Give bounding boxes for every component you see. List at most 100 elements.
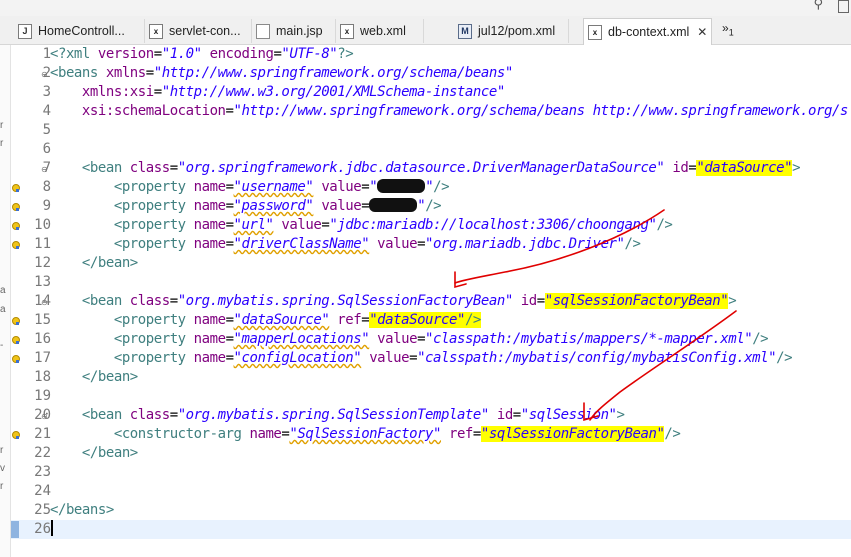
jsp-file-icon [256, 23, 270, 39]
tab-overflow-button[interactable]: »1 [722, 21, 734, 37]
line-number: 12 [34, 255, 51, 271]
line-number: 5 [42, 122, 51, 138]
warning-marker-icon[interactable] [11, 429, 21, 441]
code-line: 11 <property name="driverClassName" valu… [11, 235, 851, 254]
code-line: 9 <property name="password" value= "/> [11, 197, 851, 216]
code-line: 10 <property name="url" value="jdbc:mari… [11, 216, 851, 235]
line-number: 3 [42, 84, 51, 100]
code-line: 4 xsi:schemaLocation="http://www.springf… [11, 102, 851, 121]
line-number: 16 [34, 331, 51, 347]
code-line: 3 xmlns:xsi="http://www.w3.org/2001/XMLS… [11, 83, 851, 102]
tab-web-xml[interactable]: x web.xml [336, 19, 424, 43]
warning-marker-icon[interactable] [11, 334, 21, 346]
code-line: 21 <constructor-arg name="SqlSessionFact… [11, 425, 851, 444]
code-line: 15 <property name="dataSource" ref="data… [11, 311, 851, 330]
window-layout-icon[interactable] [838, 0, 849, 13]
warning-marker-icon[interactable] [11, 239, 21, 251]
xml-editor[interactable]: 1 <?xml version="1.0" encoding="UTF-8"?>… [11, 45, 851, 557]
panel-fragment: a [0, 304, 6, 315]
toolbar-strip: ⚲ [0, 0, 851, 16]
tab-label: HomeControll... [38, 24, 125, 38]
line-number: 1 [42, 46, 51, 62]
left-side-panel-edge: r r a a - r v r [0, 45, 11, 557]
panel-fragment: - [0, 340, 4, 351]
xml-file-icon: x [149, 23, 163, 39]
tab-pom-xml[interactable]: M jul12/pom.xml [424, 19, 569, 43]
line-number: 9 [42, 198, 51, 214]
code-line: 24 [11, 482, 851, 501]
code-line: 20 ⊖ <bean class="org.mybatis.spring.Sql… [11, 406, 851, 425]
line-number: 10 [34, 217, 51, 233]
code-line: 23 [11, 463, 851, 482]
code-line: 1 <?xml version="1.0" encoding="UTF-8"?> [11, 45, 851, 64]
overflow-count: 1 [728, 27, 734, 38]
redacted-scribble [369, 198, 418, 212]
fold-toggle-icon[interactable]: ⊖ [41, 70, 48, 79]
line-number: 22 [34, 445, 51, 461]
tab-label: web.xml [360, 24, 406, 38]
overflow-chevron-icon: » [722, 21, 729, 35]
xml-file-icon: x [588, 24, 602, 40]
tab-label: servlet-con... [169, 24, 241, 38]
tab-label: main.jsp [276, 24, 323, 38]
redacted-scribble [377, 179, 426, 193]
close-icon[interactable]: ✕ [697, 25, 707, 39]
code-line: 8 <property name="username" value=" "/> [11, 178, 851, 197]
warning-marker-icon[interactable] [11, 182, 21, 194]
panel-fragment: v [0, 463, 5, 474]
line-number: 6 [42, 141, 51, 157]
line-number: 18 [34, 369, 51, 385]
line-number: 11 [34, 236, 51, 252]
line-number: 15 [34, 312, 51, 328]
line-number: 23 [34, 464, 51, 480]
editor-tab-bar: J HomeControll... x servlet-con... main.… [0, 16, 851, 45]
line-number: 19 [34, 388, 51, 404]
caret-line-marker [11, 521, 19, 538]
tab-label: db-context.xml [608, 25, 690, 39]
code-line: 19 [11, 387, 851, 406]
fold-toggle-icon[interactable]: ⊖ [41, 165, 48, 174]
text-cursor [51, 520, 53, 536]
code-line: 18 </bean> [11, 368, 851, 387]
panel-fragment: a [0, 285, 6, 296]
line-number: 24 [34, 483, 51, 499]
panel-fragment: r [0, 481, 4, 492]
code-line: 25 </beans> [11, 501, 851, 520]
warning-marker-icon[interactable] [11, 353, 21, 365]
line-number: 13 [34, 274, 51, 290]
fold-toggle-icon[interactable]: ⊖ [41, 412, 48, 421]
line-number: 8 [42, 179, 51, 195]
maven-pom-icon: M [458, 23, 472, 39]
line-number: 17 [34, 350, 51, 366]
code-line: 2 ⊖ <beans xmlns="http://www.springframe… [11, 64, 851, 83]
code-line: 17 <property name="configLocation" value… [11, 349, 851, 368]
fold-toggle-icon[interactable]: ⊖ [41, 298, 48, 307]
code-line: 22 </bean> [11, 444, 851, 463]
line-number: 26 [34, 521, 51, 537]
warning-marker-icon[interactable] [11, 201, 21, 213]
java-file-icon: J [18, 23, 32, 39]
warning-marker-icon[interactable] [11, 315, 21, 327]
search-icon[interactable]: ⚲ [813, 0, 823, 12]
code-line: 16 <property name="mapperLocations" valu… [11, 330, 851, 349]
current-code-line: 26 [11, 520, 851, 539]
tab-servlet-context[interactable]: x servlet-con... [145, 19, 252, 43]
tab-homecontroller[interactable]: J HomeControll... [14, 19, 145, 43]
line-number: 4 [42, 103, 51, 119]
warning-marker-icon[interactable] [11, 220, 21, 232]
code-line: 6 [11, 140, 851, 159]
line-number: 21 [34, 426, 51, 442]
code-line: 14 ⊖ <bean class="org.mybatis.spring.Sql… [11, 292, 851, 311]
tab-db-context-xml[interactable]: x db-context.xml ✕ [583, 18, 712, 45]
code-line: 12 </bean> [11, 254, 851, 273]
line-number: 25 [34, 502, 51, 518]
code-line: 7 ⊖ <bean class="org.springframework.jdb… [11, 159, 851, 178]
xml-file-icon: x [340, 23, 354, 39]
tab-main-jsp[interactable]: main.jsp [252, 19, 336, 43]
panel-fragment: r [0, 138, 4, 149]
panel-fragment: r [0, 445, 4, 456]
panel-fragment: r [0, 120, 4, 131]
tab-label: jul12/pom.xml [478, 24, 556, 38]
code-line: 13 [11, 273, 851, 292]
code-line: 5 [11, 121, 851, 140]
